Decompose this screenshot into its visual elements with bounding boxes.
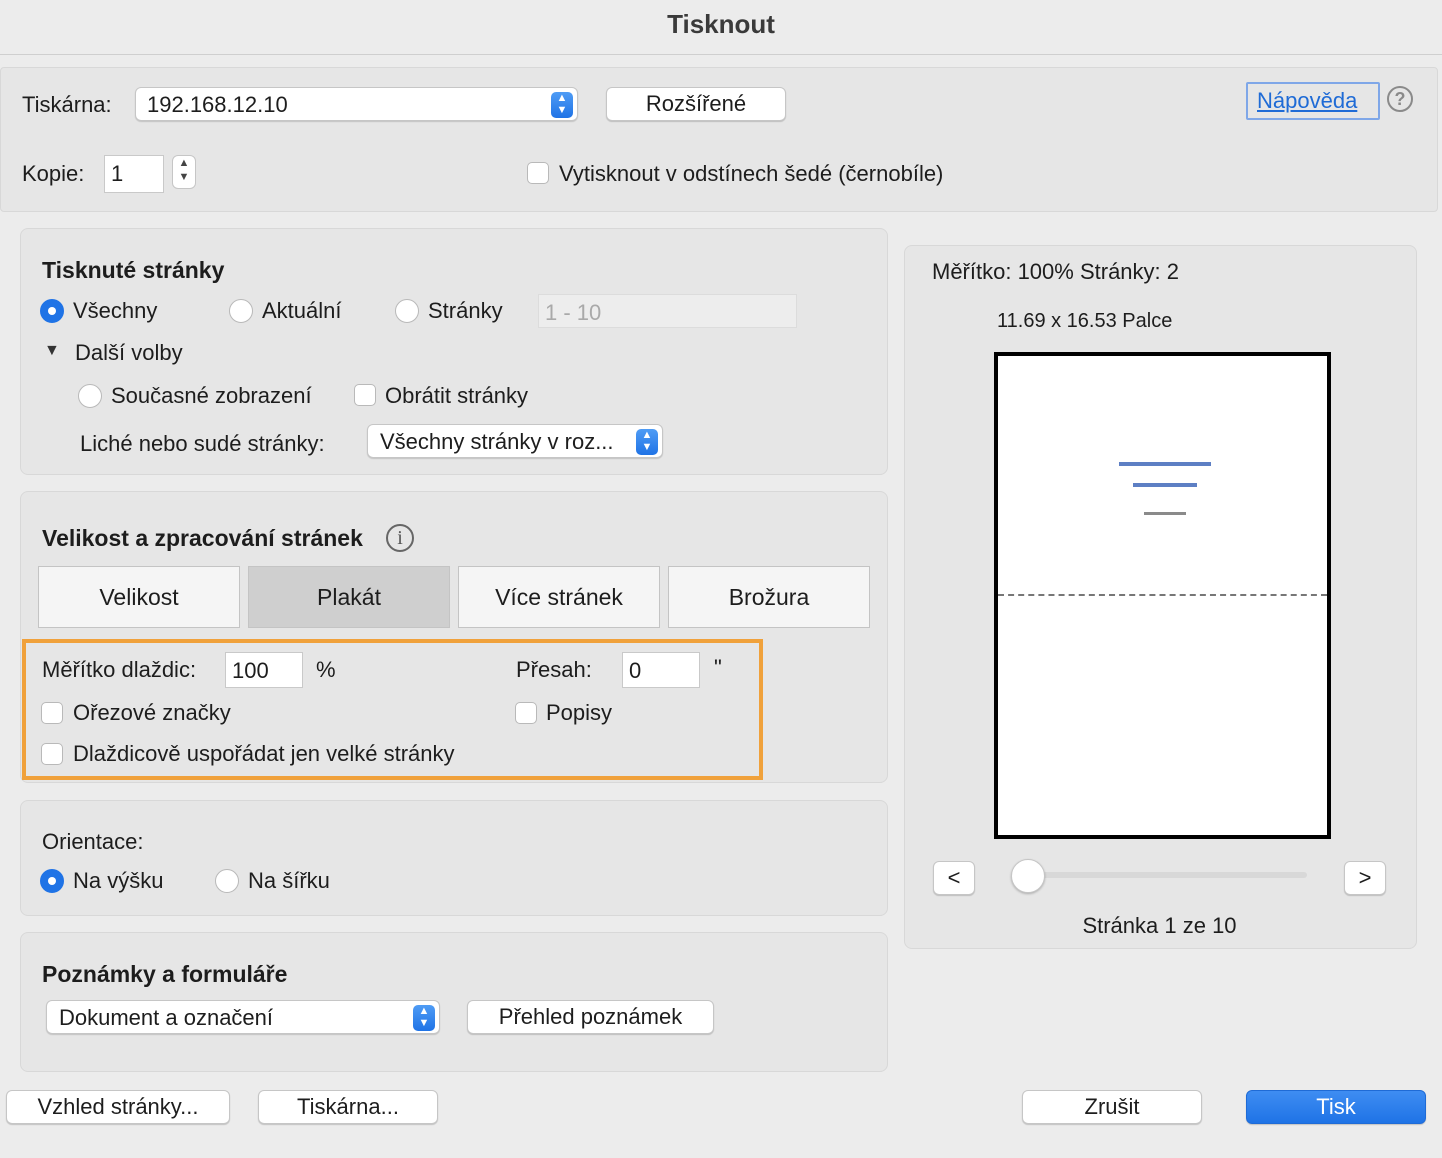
comments-heading: Poznámky a formuláře: [42, 961, 288, 987]
info-icon[interactable]: i: [386, 524, 414, 552]
radio-portrait[interactable]: [40, 869, 64, 893]
radio-all-pages[interactable]: [40, 299, 64, 323]
tab-multiple-pages[interactable]: Více stránek: [458, 566, 660, 628]
page-range-input[interactable]: 1 - 10: [538, 294, 797, 328]
overlap-label: Přesah:: [516, 657, 592, 682]
tab-poster[interactable]: Plakát: [248, 566, 450, 628]
copies-field[interactable]: 1: [104, 155, 164, 193]
preview-text-line: [1119, 462, 1211, 466]
preview-text-line: [1133, 483, 1197, 487]
odd-even-label: Liché nebo sudé stránky:: [80, 431, 325, 456]
preview-scale-pages: Měřítko: 100% Stránky: 2: [932, 259, 1179, 284]
odd-even-value: Všechny stránky v roz...: [380, 429, 614, 454]
help-icon[interactable]: ?: [1387, 86, 1413, 112]
page-indicator: Stránka 1 ze 10: [1082, 913, 1237, 938]
radio-page-range[interactable]: [395, 299, 419, 323]
tile-scale-unit: %: [316, 657, 336, 682]
window-title: Tisknout: [0, 0, 1442, 55]
orientation-label: Orientace:: [42, 829, 144, 854]
preview-prev-button[interactable]: <: [933, 861, 975, 895]
page-slider-track[interactable]: [1020, 872, 1307, 878]
preview-paper-size: 11.69 x 16.53 Palce: [997, 310, 1173, 332]
pages-heading: Tisknuté stránky: [42, 257, 225, 283]
copies-label: Kopie:: [22, 161, 85, 186]
tile-divider: [998, 594, 1327, 596]
orientation-panel: [20, 800, 888, 916]
select-arrows-icon: ▲ ▼: [551, 92, 573, 118]
grayscale-label: Vytisknout v odstínech šedé (černobíle): [559, 161, 944, 186]
page-setup-button[interactable]: Vzhled stránky...: [6, 1090, 230, 1124]
tile-large-only-label: Dlaždicově uspořádat jen velké stránky: [73, 741, 455, 766]
select-arrows-icon: ▲ ▼: [413, 1005, 435, 1031]
radio-current-view[interactable]: [78, 384, 102, 408]
reverse-pages-checkbox[interactable]: [354, 384, 376, 406]
tile-large-only-checkbox[interactable]: [41, 743, 63, 765]
labels-checkbox[interactable]: [515, 702, 537, 724]
printer-value: 192.168.12.10: [147, 92, 288, 117]
printer-label: Tiskárna:: [22, 92, 112, 117]
cut-marks-label: Ořezové značky: [73, 700, 231, 725]
select-arrows-icon: ▲ ▼: [636, 429, 658, 455]
odd-even-select[interactable]: Všechny stránky v roz... ▲ ▼: [367, 424, 663, 458]
tile-scale-field[interactable]: 100: [225, 652, 303, 688]
overlap-field[interactable]: 0: [622, 652, 700, 688]
page-range-placeholder: 1 - 10: [545, 300, 602, 325]
cancel-button[interactable]: Zrušit: [1022, 1090, 1202, 1124]
help-link[interactable]: Nápověda: [1257, 88, 1357, 114]
tab-size[interactable]: Velikost: [38, 566, 240, 628]
print-button[interactable]: Tisk: [1246, 1090, 1426, 1124]
comments-select[interactable]: Dokument a označení ▲ ▼: [46, 1000, 440, 1034]
portrait-label: Na výšku: [73, 868, 164, 893]
copies-stepper[interactable]: ▲ ▼: [172, 155, 196, 189]
advanced-button[interactable]: Rozšířené: [606, 87, 786, 121]
tab-booklet[interactable]: Brožura: [668, 566, 870, 628]
radio-all-label: Všechny: [73, 298, 158, 323]
printer-button[interactable]: Tiskárna...: [258, 1090, 438, 1124]
preview-text-line: [1144, 512, 1186, 515]
tile-scale-label: Měřítko dlaždic:: [42, 657, 197, 682]
radio-range-label: Stránky: [428, 298, 503, 323]
radio-landscape[interactable]: [215, 869, 239, 893]
reverse-pages-label: Obrátit stránky: [385, 383, 529, 408]
more-options-label[interactable]: Další volby: [75, 340, 183, 366]
printer-select[interactable]: 192.168.12.10 ▲ ▼: [135, 87, 578, 121]
preview-next-button[interactable]: >: [1344, 861, 1386, 895]
cut-marks-checkbox[interactable]: [41, 702, 63, 724]
page-slider-thumb[interactable]: [1011, 859, 1045, 893]
landscape-label: Na šířku: [248, 868, 330, 893]
overlap-unit: ": [714, 655, 722, 680]
current-view-label: Současné zobrazení: [111, 383, 312, 408]
radio-current-page[interactable]: [229, 299, 253, 323]
radio-current-label: Aktuální: [262, 298, 342, 323]
help-link-frame[interactable]: Nápověda: [1246, 82, 1380, 120]
labels-label: Popisy: [546, 700, 613, 725]
stepper-down-icon[interactable]: ▼: [179, 171, 190, 183]
stepper-up-icon[interactable]: ▲: [179, 157, 190, 169]
preview-page: [994, 352, 1331, 839]
comments-summary-button[interactable]: Přehled poznámek: [467, 1000, 714, 1034]
comments-select-value: Dokument a označení: [59, 1005, 274, 1030]
disclosure-triangle-icon[interactable]: ▼: [44, 342, 60, 360]
sizing-heading: Velikost a zpracování stránek: [42, 525, 363, 551]
grayscale-checkbox[interactable]: [527, 162, 549, 184]
